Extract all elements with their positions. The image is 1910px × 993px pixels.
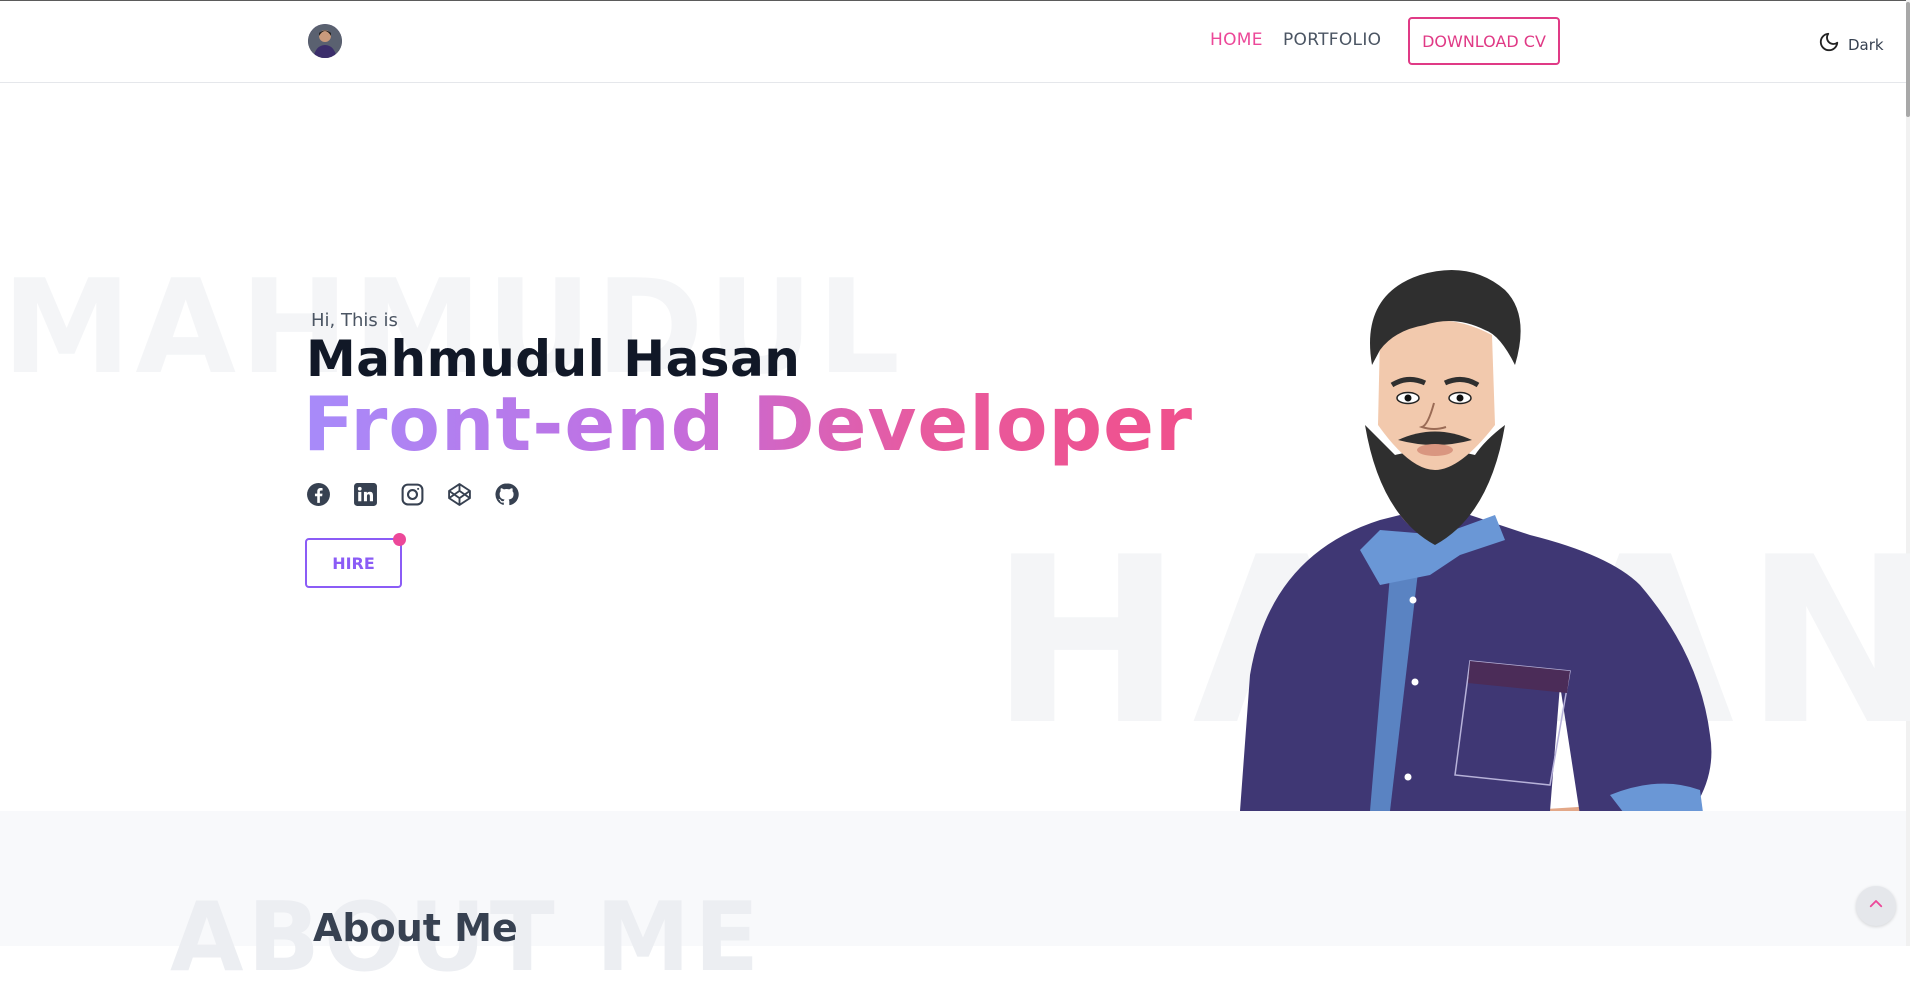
- social-links: [306, 482, 519, 507]
- hero-role: Front-end Developer: [303, 380, 1194, 468]
- theme-toggle[interactable]: Dark: [1818, 31, 1884, 58]
- github-icon[interactable]: [494, 482, 519, 507]
- hero-greeting: Hi, This is: [311, 310, 398, 331]
- scroll-to-top-button[interactable]: [1856, 886, 1896, 926]
- nav-portfolio[interactable]: PORTFOLIO: [1283, 30, 1381, 50]
- hire-notification-dot: [393, 533, 406, 546]
- site-header: HOME PORTFOLIO DOWNLOAD CV Dark: [0, 1, 1906, 83]
- codepen-icon[interactable]: [447, 482, 472, 507]
- chevron-up-icon: [1867, 895, 1885, 918]
- hire-button[interactable]: HIRE: [305, 538, 402, 588]
- scrollbar[interactable]: [1906, 0, 1910, 946]
- linkedin-icon[interactable]: [353, 482, 378, 507]
- scrollbar-thumb[interactable]: [1906, 2, 1910, 117]
- facebook-icon[interactable]: [306, 482, 331, 507]
- download-cv-button[interactable]: DOWNLOAD CV: [1408, 17, 1560, 65]
- nav-home[interactable]: HOME: [1210, 30, 1263, 50]
- avatar[interactable]: [308, 24, 342, 58]
- instagram-icon[interactable]: [400, 482, 425, 507]
- about-title: About Me: [313, 906, 518, 950]
- theme-label: Dark: [1848, 35, 1884, 54]
- moon-icon: [1818, 31, 1840, 58]
